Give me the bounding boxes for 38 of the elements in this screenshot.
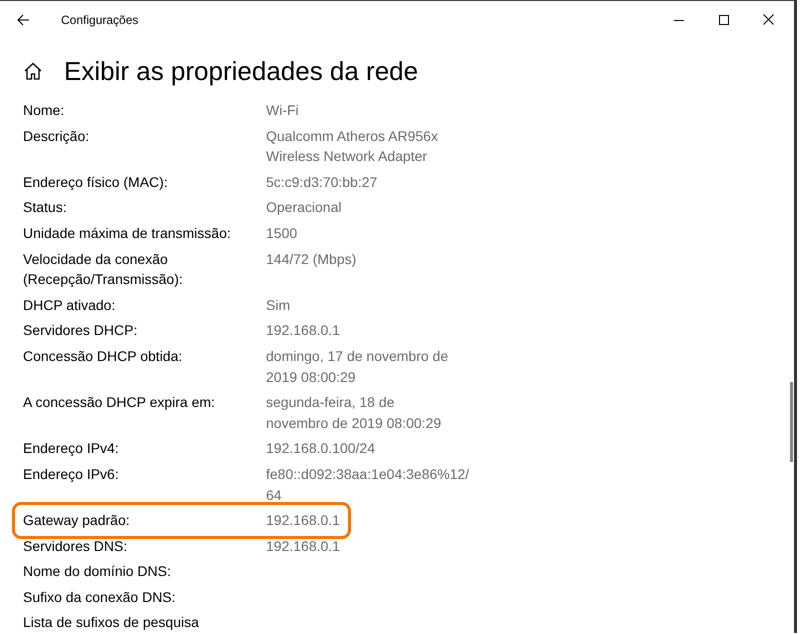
close-icon [763, 14, 774, 25]
property-value: 192.168.0.1 [266, 536, 340, 556]
property-value: segunda-feira, 18 de novembro de 2019 08:00:29 [266, 393, 442, 433]
page-heading: Exibir as propriedades da rede [64, 56, 418, 86]
home-icon[interactable] [23, 62, 43, 80]
property-label: A concessão DHCP expira em: [23, 393, 215, 412]
property-value: 5c:c9:d3:70:bb:27 [266, 172, 378, 192]
property-value: 192.168.0.100/24 [266, 439, 375, 458]
property-value: 192.168.0.1 [266, 511, 340, 530]
maximize-icon [718, 14, 728, 24]
property-label: Servidores DNS: [23, 536, 128, 556]
property-value: 144/72 (Mbps) [266, 250, 356, 269]
property-label: Velocidade da conexão (Recepção/Transmissão): [23, 250, 183, 290]
property-value: Operacional [266, 198, 342, 218]
property-value: Sim [266, 296, 290, 315]
property-label: Endereço físico (MAC): [23, 172, 168, 192]
property-label: Nome do domínio DNS: [23, 562, 171, 582]
window-title: Configurações [61, 12, 140, 26]
property-value: fe80::d092:38aa:1e04:3e86%12/ 64 [266, 464, 470, 504]
property-label: DHCP ativado: [23, 296, 116, 315]
property-value: 192.168.0.1 [266, 321, 340, 340]
property-value: Wi-Fi [266, 101, 299, 120]
back-arrow-icon [16, 12, 30, 26]
property-value: Qualcomm Atheros AR956x Wireless Network Adapter [266, 126, 438, 166]
property-label: Concessão DHCP obtida: [23, 346, 182, 366]
property-label: Unidade máxima de transmissão: [23, 224, 231, 243]
property-label: Endereço IPv6: [23, 464, 119, 484]
property-label: Descrição: [23, 126, 90, 146]
property-label: Status: [23, 198, 67, 218]
property-label: Gateway padrão: [23, 511, 130, 530]
property-value: 1500 [266, 224, 298, 243]
property-label: Endereço IPv4: [23, 439, 119, 458]
scrollbar-thumb[interactable] [790, 382, 793, 462]
property-label: Servidores DHCP: [23, 321, 138, 340]
property-label: Lista de sufixos de pesquisa [23, 613, 199, 632]
property-label: Sufixo da conexão DNS: [23, 588, 176, 607]
back-button[interactable] [16, 12, 30, 26]
property-label: Nome: [23, 101, 64, 120]
